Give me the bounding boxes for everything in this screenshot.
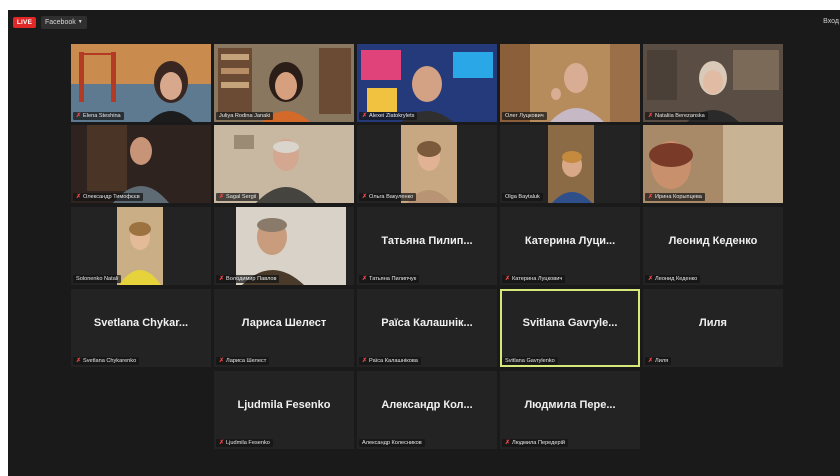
participant-tile[interactable]: Лариса Шелест ✗ Лариса Шелест — [214, 289, 354, 367]
participant-caption: ✗ Лариса Шелест — [216, 357, 270, 365]
participant-tile[interactable]: Олег Луцкович — [500, 44, 640, 122]
participant-caption: ✗ Elena Steshina — [73, 112, 124, 120]
participant-video — [71, 44, 211, 122]
participant-caption: ✗ Лиля — [645, 357, 672, 365]
active-speaker-tile[interactable]: Svitlana Gavryle... Svitlana Gavrylenko — [500, 289, 640, 367]
participant-caption: ✗ Катерина Луцкович — [502, 275, 566, 283]
chevron-down-icon: ▼ — [77, 19, 83, 25]
mic-muted-icon: ✗ — [505, 440, 511, 446]
participant-tile[interactable]: Svetlana Chykar... ✗ Svetlana Chykarenko — [71, 289, 211, 367]
participant-name: Svetlana Chykar... — [93, 317, 189, 329]
participant-tile[interactable]: Людмила Пере... ✗ Людмила Передерій — [500, 371, 640, 449]
mic-muted-icon: ✗ — [505, 276, 511, 282]
participant-tile[interactable]: Ljudmila Fesenko ✗ Ljudmila Fesenko — [214, 371, 354, 449]
participant-tile[interactable]: ✗ Ирина Корыпцева — [643, 125, 783, 203]
mic-muted-icon: ✗ — [648, 276, 654, 282]
participant-video — [500, 44, 640, 122]
participant-caption: ✗ Alexei Zlatokrylets — [359, 112, 418, 120]
participant-caption: ✗ Олександр Тимофєєв — [73, 193, 143, 201]
facebook-stream-dropdown[interactable]: Facebook ▼ — [41, 16, 87, 29]
participant-name: Татьяна Пилип... — [381, 235, 473, 247]
participant-tile[interactable]: Катерина Луци... ✗ Катерина Луцкович — [500, 207, 640, 285]
mic-muted-icon: ✗ — [648, 113, 654, 119]
participant-caption: ✗ Раїса Калашнікова — [359, 357, 421, 365]
participant-tile[interactable]: Татьяна Пилип... ✗ Татьяна Пилипчук — [357, 207, 497, 285]
participant-caption: Svitlana Gavrylenko — [502, 357, 558, 365]
mic-muted-icon: ✗ — [648, 194, 654, 200]
participant-caption: Олег Луцкович — [502, 112, 547, 120]
participant-tile[interactable]: ✗ Володимир Павлов — [214, 207, 354, 285]
participant-name: Катерина Луци... — [524, 235, 616, 247]
participant-video — [643, 125, 783, 203]
participant-caption: ✗ Ольга Вакуленко — [359, 193, 417, 201]
participant-tile[interactable]: ✗ Nataliia Berezanska — [643, 44, 783, 122]
participant-caption: ✗ Людмила Передерій — [502, 439, 569, 447]
participant-name: Леонид Кеденко — [668, 235, 758, 247]
participant-video — [71, 125, 211, 203]
participant-name: Раїса Калашнік... — [381, 317, 473, 329]
participant-video — [214, 207, 354, 285]
mic-muted-icon: ✗ — [219, 440, 225, 446]
participant-tile[interactable]: Александр Кол... Александр Колесников — [357, 371, 497, 449]
participant-name: Александр Кол... — [381, 399, 473, 411]
participant-video — [357, 125, 497, 203]
meeting-window: LIVE Facebook ▼ Вход ✗ Elena Steshina Ju… — [8, 10, 840, 476]
top-bar: LIVE Facebook ▼ Вход — [8, 10, 840, 34]
participant-caption: ✗ Ирина Корыпцева — [645, 193, 705, 201]
participant-video — [357, 44, 497, 122]
mic-muted-icon: ✗ — [648, 358, 654, 364]
participant-tile[interactable]: ✗ Alexei Zlatokrylets — [357, 44, 497, 122]
participant-caption: ✗ Nataliia Berezanska — [645, 112, 708, 120]
participant-name: Лариса Шелест — [241, 317, 327, 329]
participant-caption: Olga Baytaluk — [502, 193, 543, 201]
participant-caption: ✗ Володимир Павлов — [216, 275, 280, 283]
participant-tile[interactable]: ✗ Elena Steshina — [71, 44, 211, 122]
participant-caption: ✗ Svetlana Chykarenko — [73, 357, 140, 365]
participant-name: Лиля — [699, 317, 727, 329]
participant-tile[interactable]: ✗ Ольга Вакуленко — [357, 125, 497, 203]
mic-muted-icon: ✗ — [76, 358, 82, 364]
live-badge[interactable]: LIVE — [13, 17, 36, 28]
participant-tile[interactable]: Раїса Калашнік... ✗ Раїса Калашнікова — [357, 289, 497, 367]
participant-video — [214, 125, 354, 203]
mic-muted-icon: ✗ — [362, 113, 368, 119]
participant-caption: ✗ Татьяна Пилипчук — [359, 275, 420, 283]
participant-name: Ljudmila Fesenko — [237, 399, 331, 411]
participant-name: Svitlana Gavryle... — [522, 317, 618, 329]
mic-muted-icon: ✗ — [219, 358, 225, 364]
participant-video — [214, 44, 354, 122]
mic-muted-icon: ✗ — [219, 194, 225, 200]
participant-caption: Solonenko Natali — [73, 275, 122, 283]
mic-muted-icon: ✗ — [362, 194, 368, 200]
participant-tile[interactable]: Juliya Rodina Janaki — [214, 44, 354, 122]
mic-muted-icon: ✗ — [219, 276, 225, 282]
participant-tile[interactable]: Леонид Кеденко ✗ Леонид Кеденко — [643, 207, 783, 285]
mic-muted-icon: ✗ — [76, 113, 82, 119]
participant-caption: ✗ Ljudmila Fesenko — [216, 439, 273, 447]
facebook-label: Facebook — [45, 19, 76, 26]
participant-caption: Александр Колесников — [359, 439, 425, 447]
participant-video — [643, 44, 783, 122]
participant-caption: ✗ Леонид Кеденко — [645, 275, 701, 283]
sign-in-link[interactable]: Вход — [823, 18, 839, 25]
mic-muted-icon: ✗ — [362, 276, 368, 282]
participant-tile[interactable]: Solonenko Natali — [71, 207, 211, 285]
participant-tile[interactable]: Olga Baytaluk — [500, 125, 640, 203]
mic-muted-icon: ✗ — [362, 358, 368, 364]
participant-caption: ✗ Sagal Sergii — [216, 193, 260, 201]
participant-video — [500, 125, 640, 203]
participant-name: Людмила Пере... — [524, 399, 616, 411]
mic-muted-icon: ✗ — [76, 194, 82, 200]
participant-video — [71, 207, 211, 285]
participant-caption: Juliya Rodina Janaki — [216, 112, 274, 120]
participant-tile[interactable]: ✗ Олександр Тимофєєв — [71, 125, 211, 203]
participant-tile[interactable]: Лиля ✗ Лиля — [643, 289, 783, 367]
participant-tile[interactable]: ✗ Sagal Sergii — [214, 125, 354, 203]
